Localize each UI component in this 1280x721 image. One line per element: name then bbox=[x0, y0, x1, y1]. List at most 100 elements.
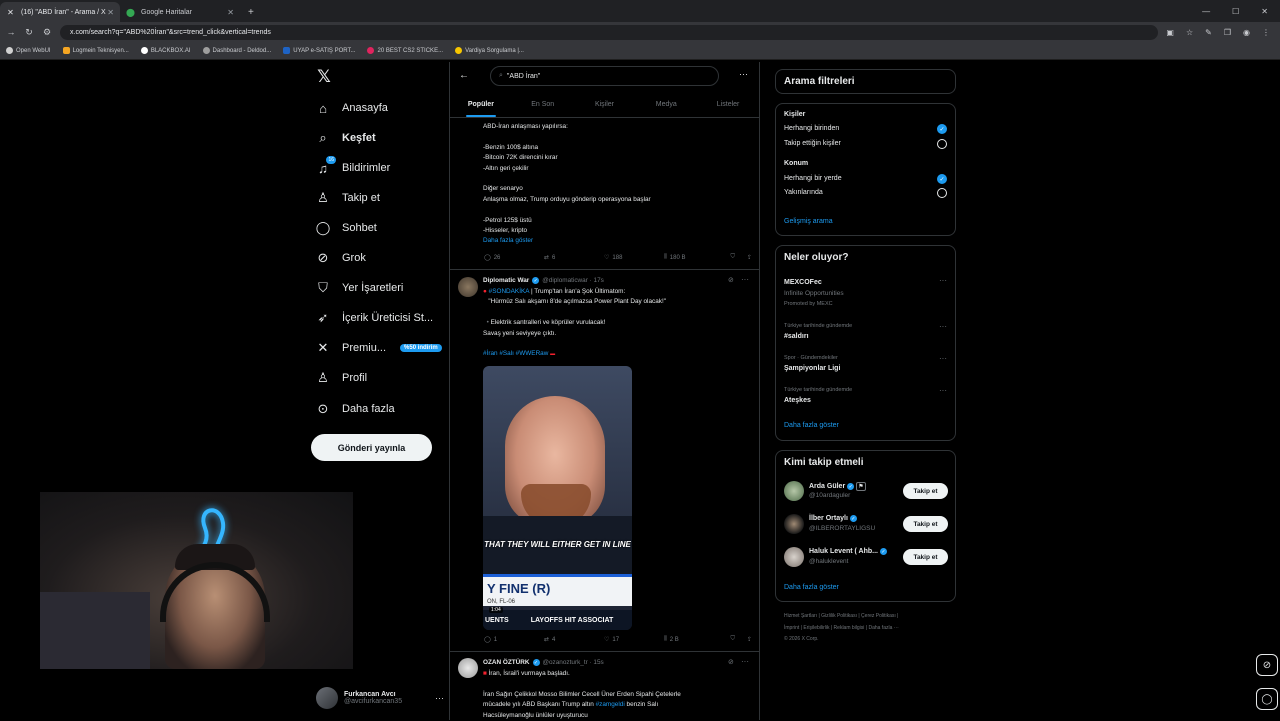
bookmark-icon[interactable]: ⛉ bbox=[730, 636, 735, 643]
avatar[interactable] bbox=[784, 547, 804, 567]
nav-item-10[interactable]: ⊙ Daha fazla bbox=[314, 395, 395, 423]
follow-suggestion: Haluk Levent ( Ahb... ✓ @haluklevent Taki… bbox=[784, 547, 948, 571]
more-icon[interactable]: ··· bbox=[435, 693, 444, 703]
grok-float-icon[interactable]: ⊘ bbox=[1256, 654, 1278, 676]
more-icon[interactable]: ··· bbox=[939, 276, 947, 285]
avatar[interactable] bbox=[458, 658, 478, 678]
bookmark-item[interactable]: Vardiya Sorgulama |... bbox=[455, 47, 524, 54]
bookmark-item[interactable]: UYAP e-SATIŞ PORT... bbox=[283, 47, 355, 54]
more-icon[interactable]: ··· bbox=[741, 275, 749, 284]
grok-icon[interactable]: ⊘ bbox=[728, 276, 734, 284]
tweet-line: -Petrol 125$ üstü bbox=[483, 216, 532, 224]
messages-float-icon[interactable]: ◯ bbox=[1256, 688, 1278, 710]
more-icon[interactable]: ··· bbox=[939, 354, 947, 363]
avatar[interactable] bbox=[784, 481, 804, 501]
search-icon: ⌕ bbox=[499, 72, 503, 79]
search-icon: ⌕ bbox=[319, 130, 327, 145]
views-button[interactable]: ⫼ 2 B bbox=[664, 636, 722, 643]
follow-button[interactable]: Takip et bbox=[903, 549, 948, 565]
tweet-video[interactable]: THAT THEY WILL EITHER GET IN LINE Y FINE… bbox=[483, 366, 632, 630]
tab-people[interactable]: Kişiler bbox=[574, 92, 636, 117]
bookmark-item[interactable]: 20 BEST CS2 STICKE... bbox=[367, 47, 443, 54]
bookmark-icon[interactable]: ⛉ bbox=[730, 254, 735, 261]
nav-item-9[interactable]: ♙ Profil bbox=[314, 364, 367, 392]
nav-item-6[interactable]: ⛉ Yer İşaretleri bbox=[314, 274, 403, 302]
avatar[interactable] bbox=[784, 514, 804, 534]
bookmark-item[interactable]: Open WebUI bbox=[6, 47, 51, 54]
like-button[interactable]: ♡ 188 bbox=[604, 254, 664, 262]
radio-anywhere[interactable]: ✓ bbox=[937, 174, 947, 184]
site-info-icon[interactable]: ⚙ bbox=[42, 27, 52, 38]
star-icon[interactable]: ☆ bbox=[1186, 28, 1193, 37]
bell-icon: ♫ 16 bbox=[318, 156, 336, 176]
tab-latest[interactable]: En Son bbox=[512, 92, 574, 117]
show-more-link[interactable]: Daha fazla göster bbox=[483, 236, 533, 246]
advanced-search-link[interactable]: Gelişmiş arama bbox=[784, 218, 833, 225]
trend-item[interactable]: Şampiyonlar Ligi bbox=[784, 365, 840, 372]
verified-badge-icon: ✓ bbox=[849, 515, 857, 522]
show-more-link[interactable]: Daha fazla göster bbox=[784, 422, 839, 429]
browser-tab-x[interactable]: ✕ (16) "ABD İran" - Arama / X ✕ bbox=[0, 2, 120, 22]
search-options-icon[interactable]: ··· bbox=[739, 69, 748, 79]
trend-item[interactable]: Ateşkes bbox=[784, 397, 811, 404]
nav-item-1[interactable]: ⌕ Keşfet bbox=[314, 124, 375, 152]
reply-button[interactable]: ◯ 26 bbox=[484, 254, 544, 262]
footer-links[interactable]: Hizmet Şartları | Gizlilik Politikası | … bbox=[784, 613, 898, 619]
radio-anyone[interactable]: ✓ bbox=[937, 124, 947, 134]
trend-item[interactable]: #saldırı bbox=[784, 333, 809, 340]
radio-following[interactable] bbox=[937, 139, 947, 149]
nav-item-3[interactable]: ♙ Takip et bbox=[314, 184, 380, 212]
bookmark-item[interactable]: Dashboard - Deldod... bbox=[202, 47, 271, 54]
nav-item-0[interactable]: ⌂ Anasayfa bbox=[314, 94, 388, 122]
nav-item-2[interactable]: ♫ 16 Bildirimler bbox=[314, 154, 390, 182]
radio-nearby[interactable] bbox=[937, 188, 947, 198]
x-logo-icon[interactable]: 𝕏 bbox=[313, 66, 335, 88]
close-tab-icon[interactable]: ✕ bbox=[107, 8, 114, 17]
repost-button[interactable]: ⇄ 4 bbox=[544, 636, 604, 644]
more-icon[interactable]: ··· bbox=[939, 386, 947, 395]
reply-button[interactable]: ◯ 1 bbox=[484, 636, 544, 644]
bookmark-item[interactable]: BLACKBOX.AI bbox=[140, 47, 191, 54]
nav-item-8[interactable]: ✕ Premiu... %50 indirim bbox=[314, 334, 442, 362]
new-tab-button[interactable]: + bbox=[240, 2, 262, 22]
like-button[interactable]: ♡ 17 bbox=[604, 636, 664, 644]
promo-name[interactable]: MEXCOFec bbox=[784, 279, 822, 286]
views-button[interactable]: ⫼ 180 B bbox=[664, 254, 722, 261]
maximize-icon[interactable]: ☐ bbox=[1232, 7, 1239, 16]
wwe-emoji-icon: ▬ bbox=[550, 351, 556, 358]
close-tab-icon[interactable]: ✕ bbox=[227, 8, 234, 17]
repost-button[interactable]: ⇄ 6 bbox=[544, 254, 604, 262]
search-input[interactable]: ⌕ "ABD İran" bbox=[490, 66, 719, 86]
extension-icon[interactable]: ✎ bbox=[1205, 28, 1212, 37]
nav-item-4[interactable]: ◯ Sohbet bbox=[314, 214, 377, 242]
close-window-icon[interactable]: ✕ bbox=[1261, 7, 1268, 16]
share-icon[interactable]: ⇪ bbox=[747, 254, 752, 261]
tab-media[interactable]: Medya bbox=[635, 92, 697, 117]
more-icon[interactable]: ··· bbox=[741, 657, 749, 666]
profile-avatar-icon[interactable]: ◉ bbox=[1243, 28, 1250, 37]
bookmark-item[interactable]: Logmein Teknisyen... bbox=[62, 47, 129, 54]
nav-item-7[interactable]: ➶ İçerik Üreticisi St... bbox=[314, 304, 434, 332]
tab-lists[interactable]: Listeler bbox=[697, 92, 759, 117]
account-switcher[interactable]: Furkancan Avcı @avcifurkancan35 ··· bbox=[316, 684, 444, 712]
url-field[interactable]: x.com/search?q="ABD%20İran"&src=trend_cl… bbox=[60, 24, 1159, 40]
menu-icon[interactable]: ⋮ bbox=[1262, 28, 1270, 37]
reload-icon[interactable]: ↻ bbox=[24, 27, 34, 38]
grok-icon[interactable]: ⊘ bbox=[728, 658, 734, 666]
browser-tab-maps[interactable]: ⬤ Google Haritalar ✕ bbox=[120, 2, 240, 22]
show-more-link[interactable]: Daha fazla göster bbox=[784, 584, 839, 591]
share-icon[interactable]: ⇪ bbox=[747, 636, 752, 643]
post-button[interactable]: Gönderi yayınla bbox=[311, 434, 432, 461]
puzzle-icon[interactable]: ❒ bbox=[1224, 28, 1231, 37]
follow-button[interactable]: Takip et bbox=[903, 483, 948, 499]
back-arrow-icon[interactable]: ← bbox=[459, 70, 469, 81]
forward-icon[interactable]: → bbox=[6, 27, 16, 37]
more-icon[interactable]: ··· bbox=[939, 322, 947, 331]
install-icon[interactable]: ▣ bbox=[1166, 28, 1174, 37]
tab-popular[interactable]: Popüler bbox=[450, 92, 512, 117]
footer-links[interactable]: İmprint | Erişilebilirlik | Reklam bilgi… bbox=[784, 625, 899, 631]
minimize-icon[interactable]: — bbox=[1202, 7, 1210, 16]
nav-item-5[interactable]: ⊘ Grok bbox=[314, 244, 366, 272]
follow-button[interactable]: Takip et bbox=[903, 516, 948, 532]
avatar[interactable] bbox=[458, 277, 478, 297]
